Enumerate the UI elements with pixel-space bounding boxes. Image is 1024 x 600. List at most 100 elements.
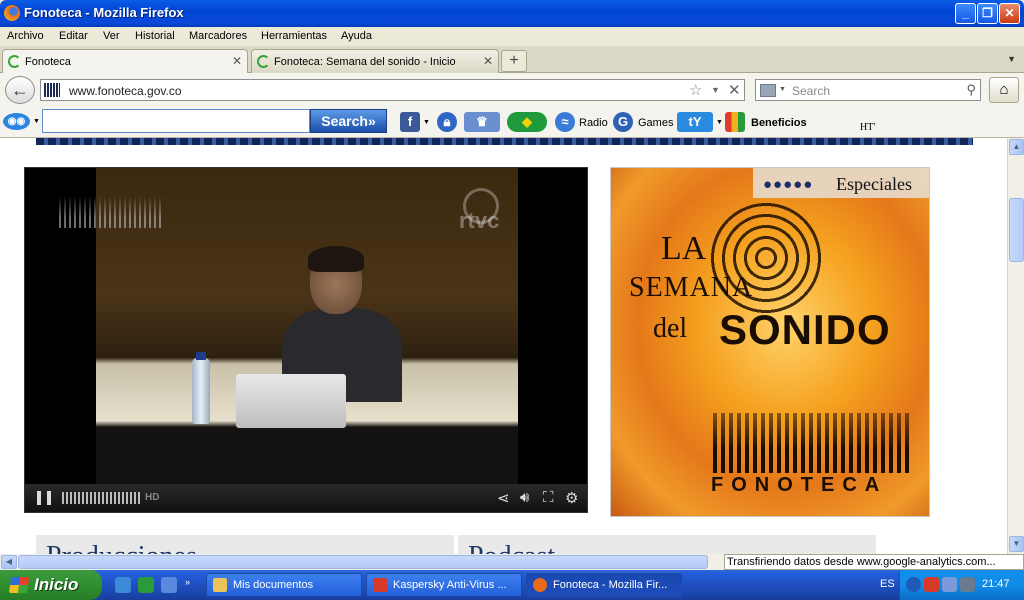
horizontal-scroll-thumb[interactable] bbox=[18, 555, 708, 569]
task-kaspersky[interactable]: Kaspersky Anti-Virus ... bbox=[366, 573, 522, 597]
bookmark-star-icon[interactable]: ☆ bbox=[689, 81, 702, 99]
tab-semana-del-sonido[interactable]: Fonoteca: Semana del sonido - Inicio ✕ bbox=[251, 49, 499, 73]
vertical-scroll-thumb[interactable] bbox=[1009, 198, 1024, 262]
brazil-flag-icon[interactable]: ◆ bbox=[507, 112, 547, 132]
podcast-section[interactable]: Podcast bbox=[458, 535, 876, 554]
url-bar[interactable]: www.fonoteca.gov.co ☆ ▼ ✕ bbox=[40, 79, 745, 101]
search-bar[interactable]: ▼ Search ⚲ bbox=[755, 79, 981, 101]
volume-icon[interactable]: 🔊︎ bbox=[520, 489, 529, 506]
social-dropdown-icon[interactable]: ▼ bbox=[716, 119, 723, 126]
carousel-dots[interactable]: ●●●●● bbox=[763, 176, 813, 193]
page-content: rtvc HD ⋖ 🔊︎ ⛶ ⚙ ●●●●● Especiales LA SEM… bbox=[0, 138, 1007, 554]
task-firefox[interactable]: Fonoteca - Mozilla Fir... bbox=[526, 573, 682, 597]
task-mis-documentos[interactable]: Mis documentos bbox=[206, 573, 362, 597]
menu-editar[interactable]: Editar bbox=[59, 30, 88, 42]
promo-line-del: del bbox=[653, 313, 688, 344]
menu-historial[interactable]: Historial bbox=[135, 30, 175, 42]
games-icon[interactable]: G bbox=[613, 112, 633, 132]
radio-icon[interactable]: ≈ bbox=[555, 112, 575, 132]
menu-ver[interactable]: Ver bbox=[103, 30, 120, 42]
radio-link[interactable]: Radio bbox=[579, 117, 608, 129]
menu-archivo[interactable]: Archivo bbox=[7, 30, 44, 42]
menu-bar: Archivo Editar Ver Historial Marcadores … bbox=[0, 27, 1024, 46]
twitter-youtube-icon[interactable]: tY bbox=[677, 112, 713, 132]
search-placeholder[interactable]: Search bbox=[792, 84, 830, 98]
restore-button[interactable]: ❐ bbox=[977, 3, 998, 24]
vertical-scrollbar[interactable]: ▲ ▼ bbox=[1007, 138, 1024, 554]
volume-bar[interactable] bbox=[62, 492, 140, 504]
rtvc-logo: rtvc bbox=[455, 188, 521, 236]
fullscreen-icon[interactable]: ⛶ bbox=[543, 489, 554, 506]
history-dropdown-icon[interactable]: ▼ bbox=[711, 85, 720, 95]
windows-flag-icon bbox=[8, 577, 30, 593]
url-text[interactable]: www.fonoteca.gov.co bbox=[69, 84, 182, 98]
pause-icon[interactable] bbox=[37, 491, 51, 505]
minimize-button[interactable]: _ bbox=[955, 3, 976, 24]
toolbar-search-button[interactable]: Search» bbox=[310, 109, 387, 133]
tray-arrow-icon[interactable] bbox=[906, 577, 921, 592]
back-button[interactable]: ← bbox=[5, 76, 35, 104]
menu-marcadores[interactable]: Marcadores bbox=[189, 30, 247, 42]
settings-gear-icon[interactable]: ⚙ bbox=[565, 489, 578, 507]
start-label: Inicio bbox=[34, 575, 79, 594]
search-engine-icon[interactable] bbox=[760, 84, 776, 97]
tab-fonoteca[interactable]: Fonoteca ✕ bbox=[2, 49, 248, 74]
benefits-icon[interactable] bbox=[725, 112, 745, 132]
display-icon[interactable] bbox=[960, 577, 975, 592]
internet-explorer-icon[interactable] bbox=[115, 577, 131, 593]
tab-strip: Fonoteca ✕ Fonoteca: Semana del sonido -… bbox=[0, 46, 1024, 74]
messenger-icon[interactable] bbox=[161, 577, 177, 593]
start-button[interactable]: Inicio bbox=[0, 570, 102, 600]
equalizer-graphic bbox=[713, 413, 913, 473]
title-bar: Fonoteca - Mozilla Firefox _ ❐ ✕ bbox=[0, 0, 1024, 27]
lock-icon[interactable]: 🔒︎ bbox=[437, 112, 457, 132]
close-tab-icon[interactable]: ✕ bbox=[232, 54, 242, 68]
taskbar: Inicio » Mis documentos Kaspersky Anti-V… bbox=[0, 570, 1024, 600]
search-icon[interactable]: ⚲ bbox=[966, 82, 976, 98]
quick-launch-more-icon[interactable]: » bbox=[185, 577, 195, 593]
bottle-figure bbox=[192, 352, 210, 424]
video-player[interactable]: rtvc HD ⋖ 🔊︎ ⛶ ⚙ bbox=[24, 167, 588, 513]
section-title[interactable]: Podcast bbox=[468, 541, 555, 554]
facebook-icon[interactable]: f bbox=[400, 112, 420, 132]
fonoteca-brand: FONOTECA bbox=[711, 474, 888, 496]
promo-line-semana: SEMANA bbox=[629, 272, 754, 303]
tab-list-icon[interactable]: ▼ bbox=[1007, 54, 1016, 64]
scroll-up-icon[interactable]: ▲ bbox=[1009, 139, 1024, 155]
close-tab-icon[interactable]: ✕ bbox=[483, 54, 493, 68]
semana-del-sonido-banner[interactable]: ●●●●● Especiales LA SEMANA del SONIDO FO… bbox=[610, 167, 930, 517]
banner-strip bbox=[36, 138, 973, 145]
new-tab-button[interactable]: + bbox=[501, 50, 527, 72]
firefox-icon bbox=[533, 578, 547, 592]
horizontal-scrollbar[interactable]: ◀ bbox=[0, 554, 724, 570]
toolbar-search-input[interactable] bbox=[42, 109, 310, 133]
benefits-link[interactable]: Beneficios bbox=[751, 117, 807, 129]
engine-dropdown-icon[interactable]: ▼ bbox=[779, 86, 786, 93]
loading-icon bbox=[257, 55, 270, 68]
navigation-bar: ← www.fonoteca.gov.co ☆ ▼ ✕ ▼ Search ⚲ ⌂ bbox=[0, 73, 1024, 106]
kaspersky-tray-icon[interactable] bbox=[924, 577, 939, 592]
section-title[interactable]: Producciones bbox=[46, 541, 197, 554]
stop-icon[interactable]: ✕ bbox=[728, 81, 741, 99]
hd-toggle[interactable]: HD bbox=[145, 492, 159, 503]
site-favicon-icon bbox=[44, 83, 60, 97]
toolbar-text: HT' bbox=[860, 122, 876, 133]
media-player-icon[interactable] bbox=[138, 577, 154, 593]
app-icon[interactable]: ♛ bbox=[464, 112, 500, 132]
games-link[interactable]: Games bbox=[638, 117, 673, 129]
network-icon[interactable] bbox=[942, 577, 957, 592]
menu-herramientas[interactable]: Herramientas bbox=[261, 30, 327, 42]
scroll-left-icon[interactable]: ◀ bbox=[1, 555, 17, 569]
facebook-dropdown-icon[interactable]: ▼ bbox=[423, 119, 430, 126]
scroll-down-icon[interactable]: ▼ bbox=[1009, 536, 1024, 552]
close-window-button[interactable]: ✕ bbox=[999, 3, 1020, 24]
language-indicator[interactable]: ES bbox=[880, 578, 895, 590]
window-title: Fonoteca - Mozilla Firefox bbox=[24, 5, 184, 20]
share-icon[interactable]: ⋖ bbox=[497, 489, 510, 507]
producciones-section[interactable]: Producciones bbox=[36, 535, 454, 554]
menu-ayuda[interactable]: Ayuda bbox=[341, 30, 372, 42]
home-button[interactable]: ⌂ bbox=[989, 77, 1019, 103]
kaspersky-icon bbox=[373, 578, 387, 592]
toolbar-menu-icon[interactable]: ▼ bbox=[33, 118, 40, 125]
toolbar-logo-icon[interactable]: ◉◉ bbox=[3, 113, 30, 130]
